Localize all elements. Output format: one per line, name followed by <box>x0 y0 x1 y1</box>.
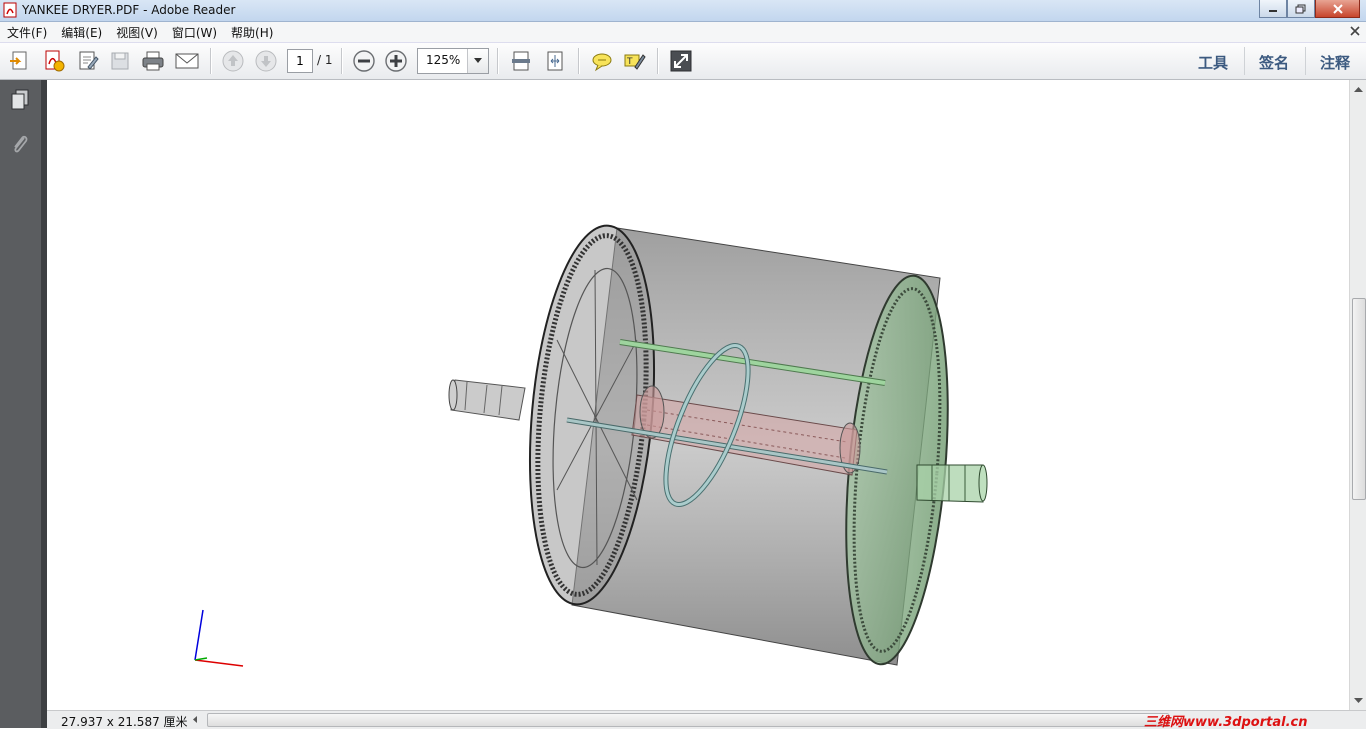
email-button[interactable] <box>173 47 201 75</box>
minus-circle-icon <box>353 50 375 72</box>
scroll-down-arrow-icon[interactable] <box>1350 694 1366 708</box>
title-bar: YANKEE DRYER.PDF - Adobe Reader <box>0 0 1366 22</box>
comment-bubble-icon <box>592 53 612 72</box>
next-page-button[interactable] <box>252 47 280 75</box>
yankee-dryer-3d-model[interactable] <box>47 80 1349 710</box>
toolbar: T <box>0 43 1366 80</box>
previous-page-button[interactable] <box>219 47 247 75</box>
axis-triad <box>194 609 244 667</box>
minimize-button[interactable] <box>1259 0 1287 18</box>
expand-button[interactable] <box>667 47 695 75</box>
create-pdf-button[interactable] <box>40 47 68 75</box>
status-bar: 27.937 x 21.587 厘米 三维网www.3dportal.cn <box>47 710 1366 730</box>
fit-width-icon <box>547 51 563 71</box>
save-icon <box>111 52 129 70</box>
menu-help[interactable]: 帮助(H) <box>224 24 280 41</box>
attachments-paperclip-icon[interactable] <box>8 132 32 156</box>
edit-document-icon <box>79 51 99 70</box>
right-shaft <box>916 464 988 503</box>
vertical-scrollbar[interactable] <box>1349 80 1366 710</box>
save-button[interactable] <box>106 47 134 75</box>
scroll-left-arrow-icon[interactable] <box>189 713 201 726</box>
plus-circle-icon <box>385 50 407 72</box>
navigation-pane <box>0 80 41 728</box>
highlight-text-button[interactable]: T <box>620 47 648 75</box>
fit-page-icon <box>512 51 530 71</box>
horizontal-scrollbar[interactable] <box>187 713 1187 727</box>
zoom-value[interactable]: 125% <box>426 53 460 67</box>
open-button[interactable] <box>6 47 34 75</box>
open-file-icon <box>10 51 27 70</box>
print-icon <box>142 51 164 71</box>
page-size-label: 27.937 x 21.587 厘米 <box>61 715 188 729</box>
minimize-icon <box>1269 9 1277 12</box>
page-number-input[interactable]: 1 <box>287 49 313 73</box>
maximize-button[interactable] <box>1287 0 1315 18</box>
zoom-out-button[interactable] <box>350 47 378 75</box>
highlighter-icon: T <box>624 54 646 70</box>
adobe-pdf-icon <box>3 2 17 18</box>
sticky-note-button[interactable] <box>588 47 616 75</box>
scroll-up-arrow-icon[interactable] <box>1350 82 1366 96</box>
menu-view[interactable]: 视图(V) <box>109 24 165 41</box>
zoom-in-button[interactable] <box>382 47 410 75</box>
arrow-down-icon <box>255 50 277 72</box>
fit-page-button[interactable] <box>507 47 535 75</box>
document-page <box>47 80 1349 710</box>
menu-window[interactable]: 窗口(W) <box>165 24 224 41</box>
envelope-icon <box>175 53 199 69</box>
zoom-select[interactable]: 125% <box>417 48 489 74</box>
chevron-down-icon <box>474 58 482 63</box>
close-button[interactable] <box>1315 0 1360 18</box>
watermark-text: 三维网www.3dportal.cn <box>1144 715 1308 730</box>
page-thumbnails-icon[interactable] <box>8 88 32 112</box>
full-page-button[interactable] <box>541 47 569 75</box>
menu-bar: 文件(F) 编辑(E) 视图(V) 窗口(W) 帮助(H) <box>0 22 1366 43</box>
vertical-scroll-thumb[interactable] <box>1352 298 1366 500</box>
document-close-icon[interactable] <box>1348 24 1362 38</box>
close-icon <box>1332 3 1343 14</box>
tab-comment[interactable]: 注释 <box>1320 52 1350 73</box>
tab-sign[interactable]: 签名 <box>1259 52 1289 73</box>
tab-tools[interactable]: 工具 <box>1198 52 1228 73</box>
horizontal-scroll-thumb[interactable] <box>207 713 1169 727</box>
arrow-up-icon <box>222 50 244 72</box>
expand-arrows-icon <box>670 50 692 72</box>
left-shaft <box>448 379 526 421</box>
restore-icon <box>1295 4 1306 13</box>
svg-text:T: T <box>626 57 633 67</box>
menu-edit[interactable]: 编辑(E) <box>54 24 109 41</box>
print-button[interactable] <box>139 47 167 75</box>
menu-file[interactable]: 文件(F) <box>0 24 54 41</box>
page-total: / 1 <box>317 53 333 67</box>
edit-pdf-button[interactable] <box>74 47 102 75</box>
create-pdf-icon <box>45 50 65 72</box>
zoom-dropdown-button[interactable] <box>467 49 488 73</box>
window-title: YANKEE DRYER.PDF - Adobe Reader <box>22 3 236 17</box>
